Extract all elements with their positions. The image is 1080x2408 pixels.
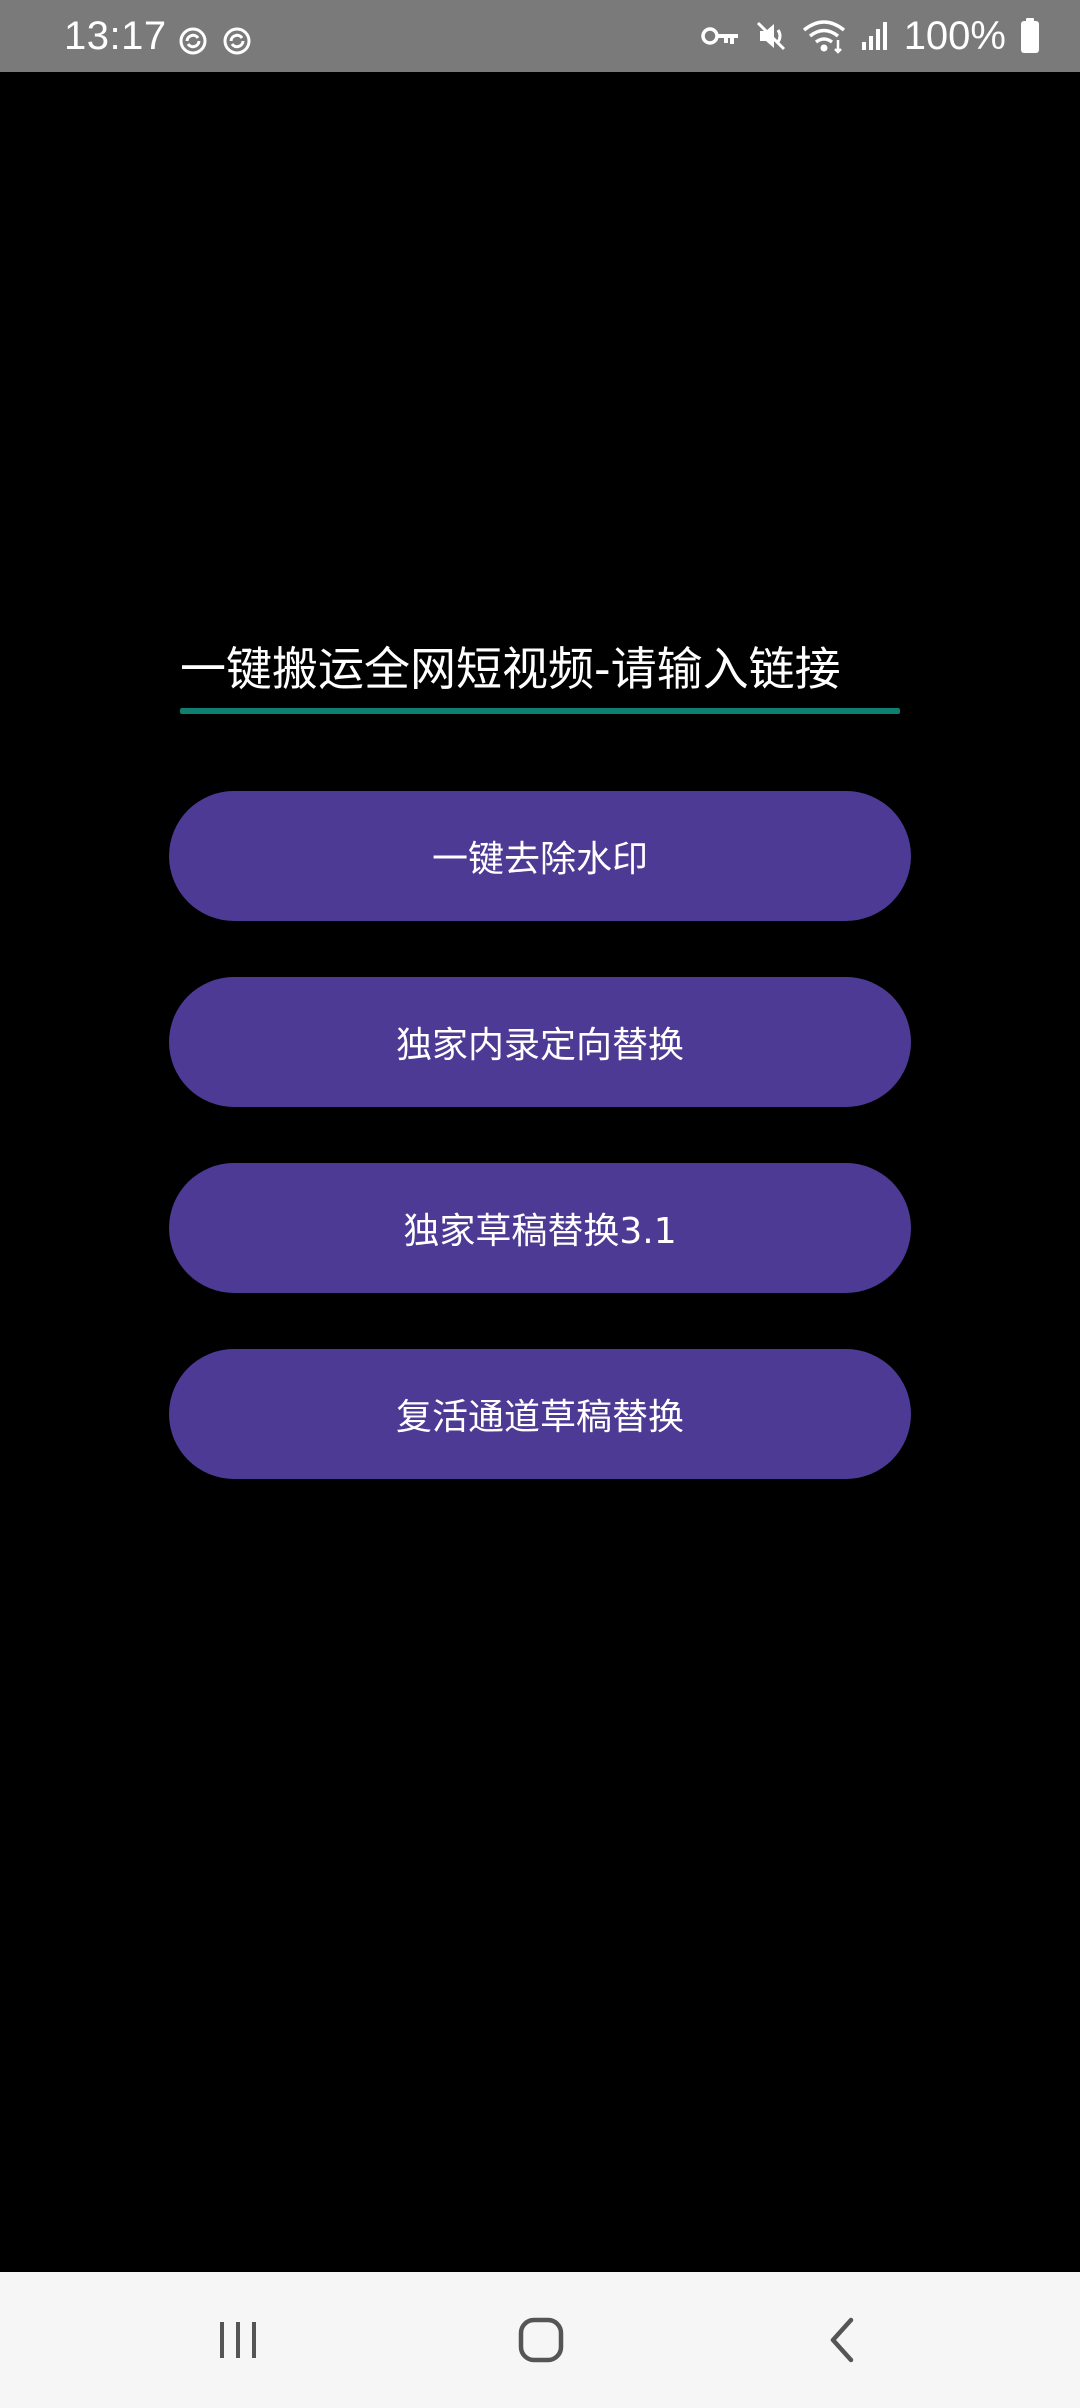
battery-percentage: 100% <box>903 14 1006 58</box>
sync-icon <box>222 26 252 56</box>
battery-icon <box>1020 18 1040 54</box>
wifi-icon <box>802 18 846 54</box>
status-right-icons: 100% <box>700 14 1040 58</box>
back-icon <box>825 2316 859 2364</box>
home-icon <box>517 2316 565 2364</box>
sync-icon <box>178 26 208 56</box>
vibrate-icon <box>754 19 788 53</box>
navigation-bar <box>0 2272 1080 2408</box>
home-button[interactable] <box>481 2300 601 2380</box>
back-button[interactable] <box>782 2300 902 2380</box>
remove-watermark-button[interactable]: 一键去除水印 <box>169 791 911 921</box>
app-screen: 13:17 100% 一键搬运全网短视频-请输入链接 一键去除水印 独家内录定向… <box>0 0 1080 2408</box>
recents-button[interactable] <box>178 2300 298 2380</box>
link-input-container <box>180 630 900 716</box>
status-time: 13:17 <box>64 14 167 58</box>
status-left-icons <box>178 26 252 56</box>
button-label: 独家草稿替换3.1 <box>403 1211 677 1252</box>
button-label: 一键去除水印 <box>431 839 648 880</box>
key-icon <box>700 23 740 49</box>
button-label: 独家内录定向替换 <box>395 1025 684 1066</box>
link-input[interactable] <box>180 630 900 708</box>
exclusive-recording-replace-button[interactable]: 独家内录定向替换 <box>169 977 911 1107</box>
exclusive-draft-replace-button[interactable]: 独家草稿替换3.1 <box>169 1163 911 1293</box>
status-bar: 13:17 100% <box>0 0 1080 72</box>
signal-icon <box>860 20 890 52</box>
recents-icon <box>216 2318 260 2362</box>
revival-channel-draft-replace-button[interactable]: 复活通道草稿替换 <box>169 1349 911 1479</box>
input-underline <box>180 708 900 714</box>
button-label: 复活通道草稿替换 <box>395 1397 684 1438</box>
